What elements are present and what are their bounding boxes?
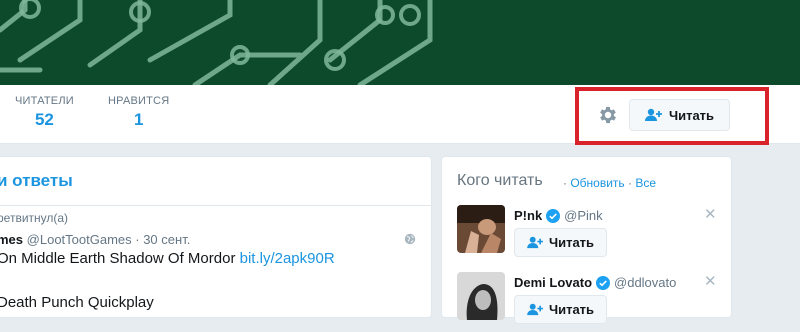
- retweet-context: ретвитнул(а): [0, 211, 69, 225]
- who-to-follow-panel: Кого читать · Обновить · Все P!nk @Pink …: [441, 156, 732, 324]
- stat-likes-value: 1: [133, 110, 144, 129]
- globe-icon: [404, 233, 416, 245]
- refresh-link[interactable]: Обновить: [570, 176, 624, 190]
- tweet-header: mes @LootTootGames · 30 сент.: [0, 232, 190, 247]
- stat-likes-label: НРАВИТСЯ: [108, 95, 170, 107]
- dismiss-icon[interactable]: ✕: [704, 272, 717, 290]
- dismiss-icon[interactable]: ✕: [704, 205, 717, 223]
- timeline-panel: и ответы ретвитнул(а) mes @LootTootGames…: [0, 156, 432, 318]
- user-handle[interactable]: @ddlovato: [614, 275, 676, 290]
- stat-likes[interactable]: НРАВИТСЯ 1: [108, 95, 169, 130]
- suggested-user: Demi Lovato @ddlovato ✕ Читать: [457, 272, 722, 332]
- verified-badge-icon: [546, 208, 561, 223]
- timeline-header: и ответы: [0, 157, 431, 206]
- view-all-link[interactable]: Все: [635, 176, 656, 190]
- follow-user-button[interactable]: Читать: [514, 295, 607, 324]
- avatar[interactable]: [457, 272, 505, 320]
- stat-followers-value: 52: [34, 110, 54, 129]
- avatar[interactable]: [457, 205, 505, 253]
- follow-user-label: Читать: [548, 302, 595, 317]
- add-user-icon: [527, 236, 543, 249]
- tweet-text-line2: Death Punch Quickplay: [0, 294, 154, 311]
- tweet-date[interactable]: · 30 сент.: [135, 232, 190, 247]
- who-to-follow-links: · Обновить · Все: [563, 176, 656, 190]
- avatar-image: [457, 205, 505, 253]
- tweet-text-line1: On Middle Earth Shadow Of Mordor: [0, 250, 240, 267]
- timeline-tab-label[interactable]: и ответы: [0, 171, 73, 191]
- add-user-icon: [527, 303, 543, 316]
- separator: ·: [628, 176, 633, 190]
- profile-banner: [0, 0, 800, 85]
- stat-followers[interactable]: ЧИТАТЕЛИ 52: [15, 95, 74, 130]
- stat-followers-label: ЧИТАТЕЛИ: [15, 95, 74, 107]
- highlight-box: [575, 87, 769, 145]
- user-name-row: Demi Lovato @ddlovato: [514, 275, 676, 290]
- suggested-user: P!nk @Pink ✕ Читать: [457, 205, 722, 265]
- who-to-follow-title: Кого читать: [457, 172, 543, 189]
- circuit-pattern-image: [0, 0, 433, 85]
- tweet-link[interactable]: bit.ly/2apk90R: [240, 250, 335, 267]
- tweet-handle[interactable]: @LootTootGames: [27, 232, 132, 247]
- verified-badge-icon: [596, 275, 611, 290]
- user-handle[interactable]: @Pink: [564, 208, 603, 223]
- follow-user-button[interactable]: Читать: [514, 228, 607, 257]
- tweet-author[interactable]: mes: [0, 232, 23, 247]
- follow-user-label: Читать: [548, 235, 595, 250]
- user-name[interactable]: Demi Lovato: [514, 275, 592, 290]
- user-name-row: P!nk @Pink: [514, 208, 603, 223]
- separator: ·: [563, 176, 567, 190]
- user-name[interactable]: P!nk: [514, 208, 542, 223]
- avatar-image: [457, 272, 505, 320]
- tweet-text: On Middle Earth Shadow Of Mordor bit.ly/…: [0, 250, 335, 267]
